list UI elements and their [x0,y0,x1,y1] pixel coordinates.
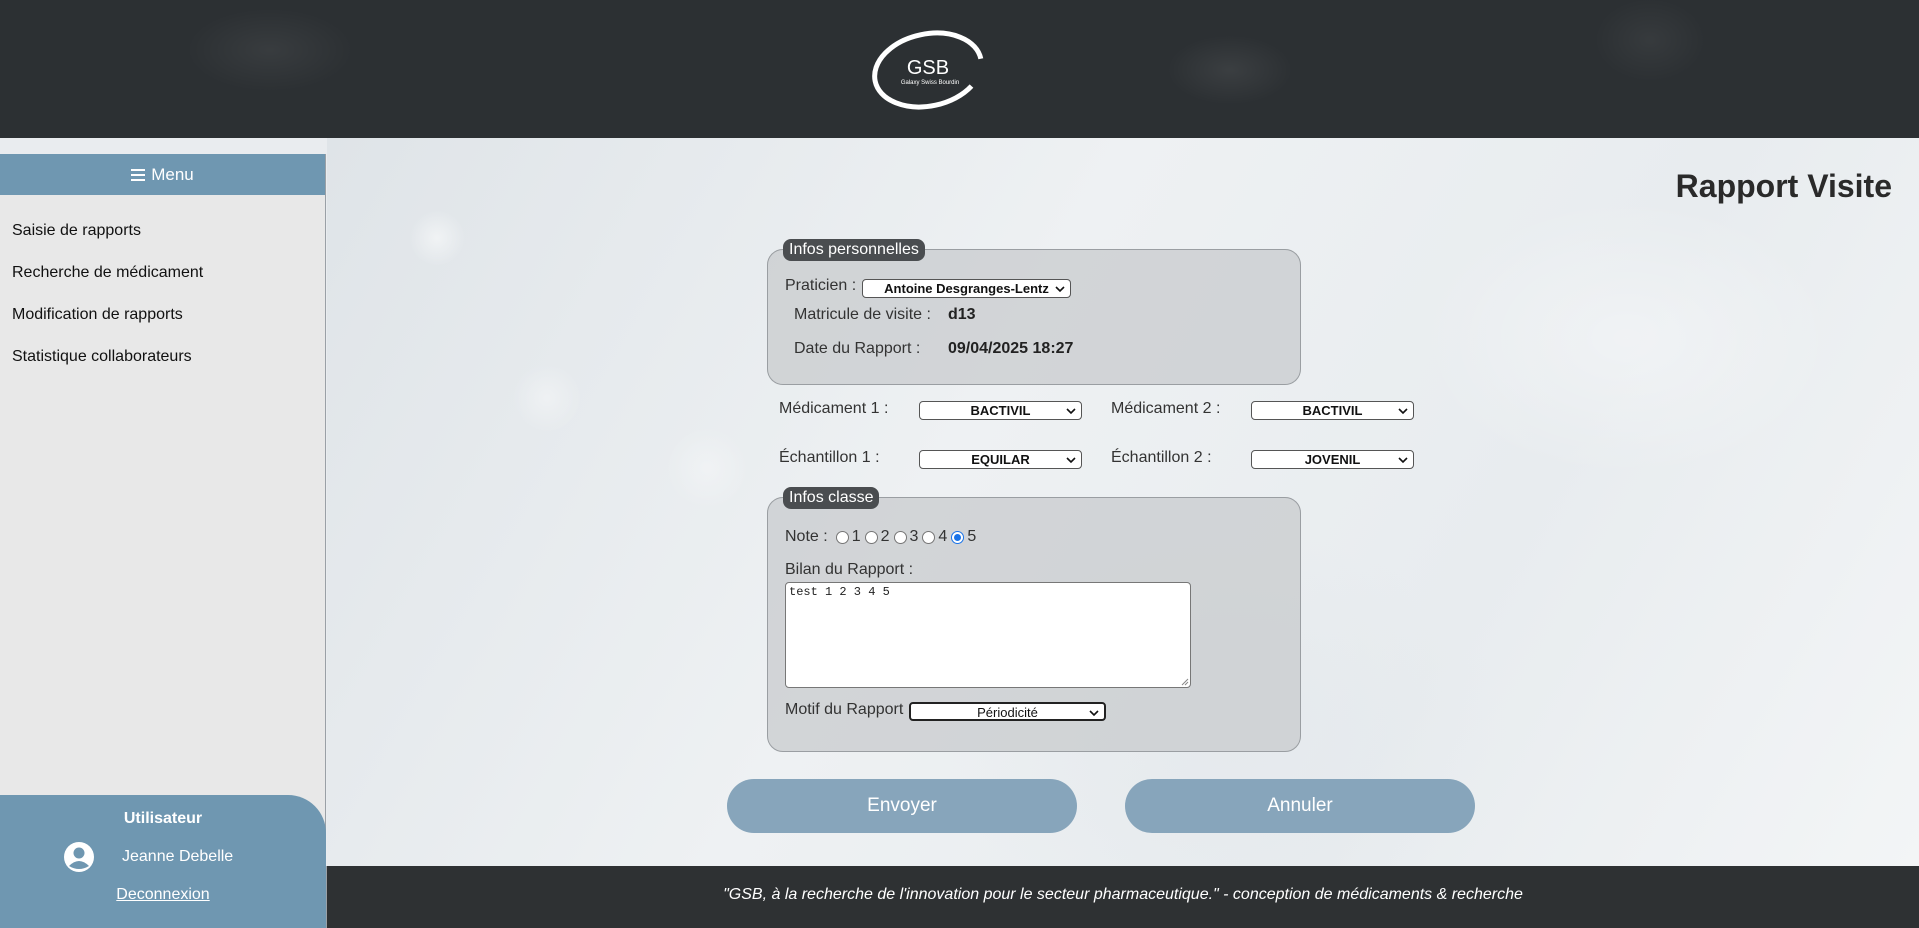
note-radio-group: Note : 1 2 3 4 5 [785,528,980,546]
note-option-label: 4 [938,528,948,545]
send-button[interactable]: Envoyer [727,779,1077,833]
praticien-label: Praticien : [785,277,857,294]
chevron-down-icon [1066,408,1076,415]
hamburger-icon [131,168,146,181]
note-radio-3[interactable] [893,530,907,544]
gsb-logo: GSB Galaxy Swiss Bourdin [872,30,984,110]
nav-item-recherche-medicament[interactable]: Recherche de médicament [0,252,325,294]
echantillon-2-select[interactable]: JOVENIL [1251,450,1414,469]
menu-toggle[interactable]: Menu [0,154,325,195]
note-option-label: 3 [909,528,919,545]
resize-grip-icon[interactable] [1181,678,1189,686]
footer-text: "GSB, à la recherche de l'innovation pou… [723,886,1523,903]
bilan-textarea[interactable]: test 1 2 3 4 5 [785,582,1191,688]
note-option-label: 5 [967,528,977,545]
echantillon-2-label: Échantillon 2 : [1111,449,1212,466]
praticien-select[interactable]: Antoine Desgranges-Lentz [862,279,1071,298]
echantillon-1-label: Échantillon 1 : [779,449,880,466]
nav-list: Saisie de rapports Recherche de médicame… [0,210,325,378]
matricule-label: Matricule de visite : [794,306,931,323]
date-value: 09/04/2025 18:27 [948,340,1074,357]
date-label: Date du Rapport : [794,340,921,357]
motif-value: Périodicité [977,705,1038,720]
praticien-value: Antoine Desgranges-Lentz [884,281,1049,296]
note-option-label: 2 [880,528,890,545]
user-panel: Utilisateur Jeanne Debelle Deconnexion [0,795,326,928]
medicament-1-label: Médicament 1 : [779,400,889,417]
echantillon-1-select[interactable]: EQUILAR [919,450,1082,469]
medicament-1-select[interactable]: BACTIVIL [919,401,1082,420]
menu-label: Menu [151,164,194,184]
echantillon-1-value: EQUILAR [971,452,1030,467]
note-label: Note : [785,528,828,545]
infos-classe-legend: Infos classe [783,487,880,509]
user-title: Utilisateur [123,810,203,827]
nav-item-modification-rapports[interactable]: Modification de rapports [0,294,325,336]
infos-classe-panel: Infos classe Note : 1 2 3 4 5 Bilan du R… [767,487,1301,752]
motif-label: Motif du Rapport [785,701,904,718]
note-radio-2[interactable] [864,530,878,544]
echantillon-2-value: JOVENIL [1304,452,1361,467]
infos-personnelles-legend: Infos personnelles [783,239,925,261]
medicament-2-select[interactable]: BACTIVIL [1251,401,1414,420]
motif-select[interactable]: Périodicité [909,702,1106,721]
svg-text:Galaxy Swiss Bourdin: Galaxy Swiss Bourdin [901,80,959,86]
chevron-down-icon [1398,408,1408,415]
user-avatar-icon [64,842,94,872]
note-option-label: 1 [851,528,861,545]
chevron-down-icon [1055,286,1065,293]
main-content: Rapport Visite Infos personnelles Pratic… [327,138,1919,866]
note-radio-4[interactable] [922,530,936,544]
footer: "GSB, à la recherche de l'innovation pou… [327,866,1919,928]
note-radio-1[interactable] [835,530,849,544]
infos-personnelles-panel: Infos personnelles Praticien : Antoine D… [767,239,1301,385]
user-name: Jeanne Debelle [122,848,234,865]
header: GSB Galaxy Swiss Bourdin [0,0,1919,138]
sidebar: Menu Saisie de rapports Recherche de méd… [0,154,326,928]
medicament-2-label: Médicament 2 : [1111,400,1221,417]
note-radio-5[interactable] [951,530,965,544]
chevron-down-icon [1066,457,1076,464]
bilan-label: Bilan du Rapport : [785,561,914,578]
chevron-down-icon [1089,710,1099,717]
nav-item-statistique-collaborateurs[interactable]: Statistique collaborateurs [0,336,325,378]
logout-link[interactable]: Deconnexion [116,886,209,904]
cancel-button[interactable]: Annuler [1125,779,1475,833]
matricule-value: d13 [948,306,976,323]
chevron-down-icon [1398,457,1408,464]
bilan-value: test 1 2 3 4 5 [789,585,890,599]
nav-item-saisie-rapports[interactable]: Saisie de rapports [0,210,325,252]
page-title: Rapport Visite [1675,168,1892,204]
medicament-1-value: BACTIVIL [970,403,1031,418]
svg-text:GSB: GSB [907,57,949,79]
medicament-2-value: BACTIVIL [1302,403,1363,418]
